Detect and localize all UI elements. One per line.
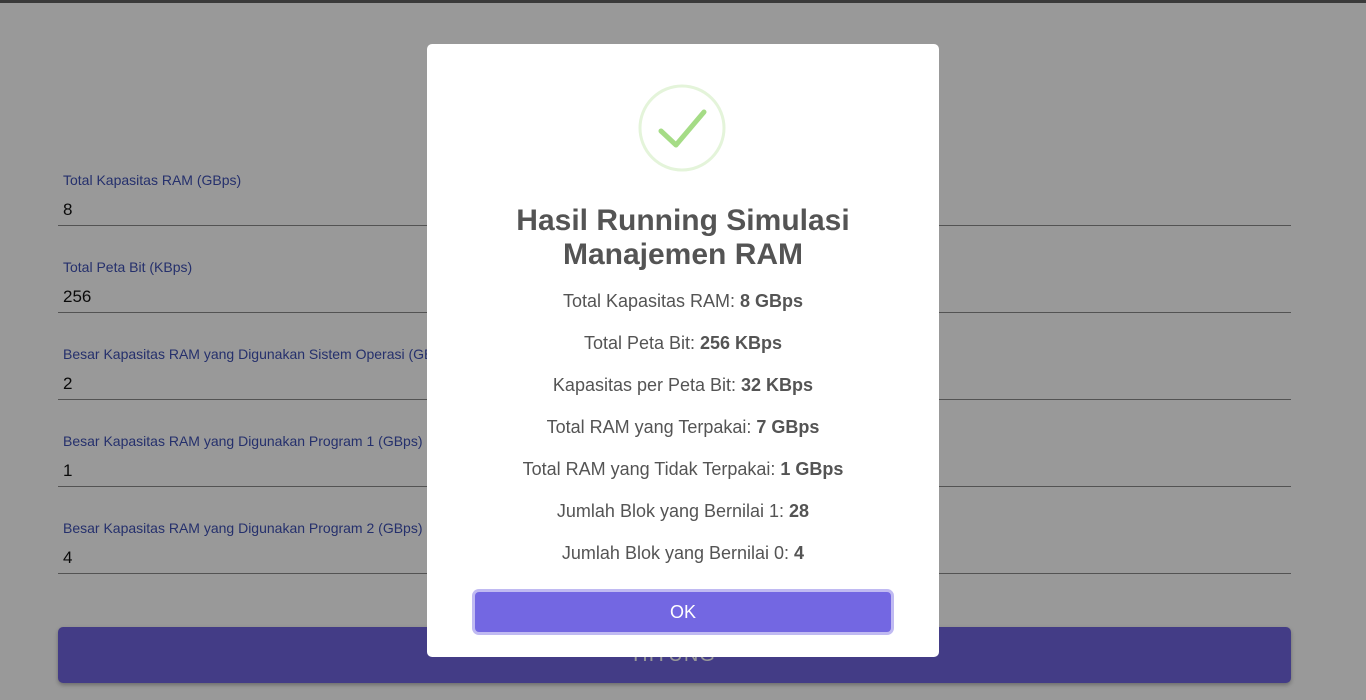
result-row: Total Kapasitas RAM: 8 GBps (427, 288, 939, 330)
result-value: 28 (789, 501, 810, 521)
result-value: 7 GBps (756, 417, 820, 437)
result-label: Jumlah Blok yang Bernilai 1: (556, 501, 790, 521)
result-list: Total Kapasitas RAM: 8 GBps Total Peta B… (427, 288, 939, 582)
dialog-title: Hasil Running Simulasi Manajemen RAM (516, 204, 850, 271)
result-label: Total Kapasitas RAM: (562, 291, 741, 311)
result-label: Kapasitas per Peta Bit: (552, 375, 742, 395)
result-row: Total Peta Bit: 256 KBps (427, 330, 939, 372)
result-value: 1 GBps (780, 459, 844, 479)
result-row: Total RAM yang Terpakai: 7 GBps (427, 414, 939, 456)
ok-button[interactable]: OK (475, 592, 891, 632)
result-value: 8 GBps (740, 291, 804, 311)
result-label: Total RAM yang Tidak Terpakai: (522, 459, 781, 479)
result-row: Kapasitas per Peta Bit: 32 KBps (427, 372, 939, 414)
result-row: Jumlah Blok yang Bernilai 1: 28 (427, 498, 939, 540)
result-label: Total RAM yang Terpakai: (546, 417, 757, 437)
result-value: 4 (794, 543, 805, 563)
result-value: 256 KBps (700, 333, 783, 353)
success-check-icon (638, 84, 726, 172)
result-dialog: Hasil Running Simulasi Manajemen RAM Tot… (427, 44, 939, 657)
result-label: Jumlah Blok yang Bernilai 0: (561, 543, 795, 563)
result-row: Total RAM yang Tidak Terpakai: 1 GBps (427, 456, 939, 498)
result-value: 32 KBps (741, 375, 814, 395)
result-label: Total Peta Bit: (583, 333, 700, 353)
result-row: Jumlah Blok yang Bernilai 0: 4 (427, 540, 939, 582)
